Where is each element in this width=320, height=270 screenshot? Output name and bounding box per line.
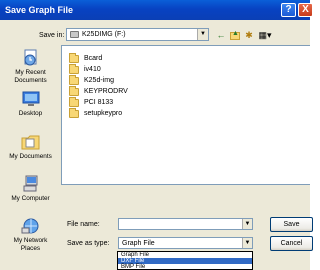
folder-name: KEYPRODRV [84,88,128,95]
place-label: My Recent Documents [14,69,47,84]
file-name-field[interactable]: ▼ [118,218,253,230]
my-documents-icon [21,135,39,150]
save-in-label: Save in: [39,32,65,39]
save-as-type-select[interactable]: Graph File ▼ [118,237,253,249]
drive-icon [70,31,79,38]
place-my-network-places[interactable]: My Network Places [4,217,57,253]
folder-icon [69,108,79,118]
network-places-icon [21,218,38,234]
cancel-button[interactable]: Cancel [270,236,313,251]
place-my-computer[interactable]: My Computer [4,175,57,203]
folder-icon [69,53,79,63]
title-bar[interactable]: Save Graph File ? X [0,0,313,20]
place-label: My Network Places [13,237,48,252]
save-in-combo[interactable]: K25DIMG (F:) ▼ [66,28,209,41]
file-list[interactable]: Bcard iv410 K25d-img KEYPRODRV PCI 8133 … [61,45,310,185]
dropdown-option-bmp-file[interactable]: BMP File [118,264,252,270]
folder-name: PCI 8133 [84,99,114,106]
places-bar: My Recent Documents Desktop My Documents [4,45,57,265]
desktop-icon [22,91,39,106]
folder-icon [69,75,79,85]
place-my-recent-documents[interactable]: My Recent Documents [4,49,57,85]
folder-name: iv410 [84,66,101,73]
place-desktop[interactable]: Desktop [4,90,57,118]
save-button[interactable]: Save [270,217,313,232]
help-button[interactable]: ? [281,3,296,17]
close-button[interactable]: X [298,3,313,17]
chevron-down-icon[interactable]: ▼ [197,29,208,40]
chevron-down-icon[interactable]: ▼ [242,219,252,229]
save-as-type-value: Graph File [122,240,155,247]
place-label: Desktop [18,110,43,117]
save-graph-file-dialog: Save Graph File ? X Save in: K25DIMG (F:… [0,0,313,270]
folder-name: K25d-img [84,77,114,84]
back-icon[interactable]: ← [215,29,227,41]
folder-name: Bcard [84,55,103,62]
up-folder-icon[interactable]: ▲ [229,29,241,41]
new-folder-icon[interactable]: ✱ [243,29,255,41]
folder-icon [69,64,79,74]
views-menu-icon[interactable]: ▦▾ [257,29,273,41]
save-as-type-label: Save as type: [67,240,110,247]
folder-icon [69,86,79,96]
place-label: My Documents [9,153,52,160]
place-my-documents[interactable]: My Documents [4,133,57,161]
my-computer-icon [23,175,37,192]
file-name-label: File name: [67,221,100,228]
recent-documents-icon [24,49,36,66]
dialog-title: Save Graph File [5,5,74,15]
folder-name: setupkeypro [84,110,123,117]
save-as-type-dropdown[interactable]: Graph File DXF File BMP File [117,251,253,270]
place-label: My Computer [11,195,50,202]
folder-icon [69,97,79,107]
chevron-down-icon[interactable]: ▼ [242,238,252,248]
save-in-value: K25DIMG (F:) [82,31,126,38]
